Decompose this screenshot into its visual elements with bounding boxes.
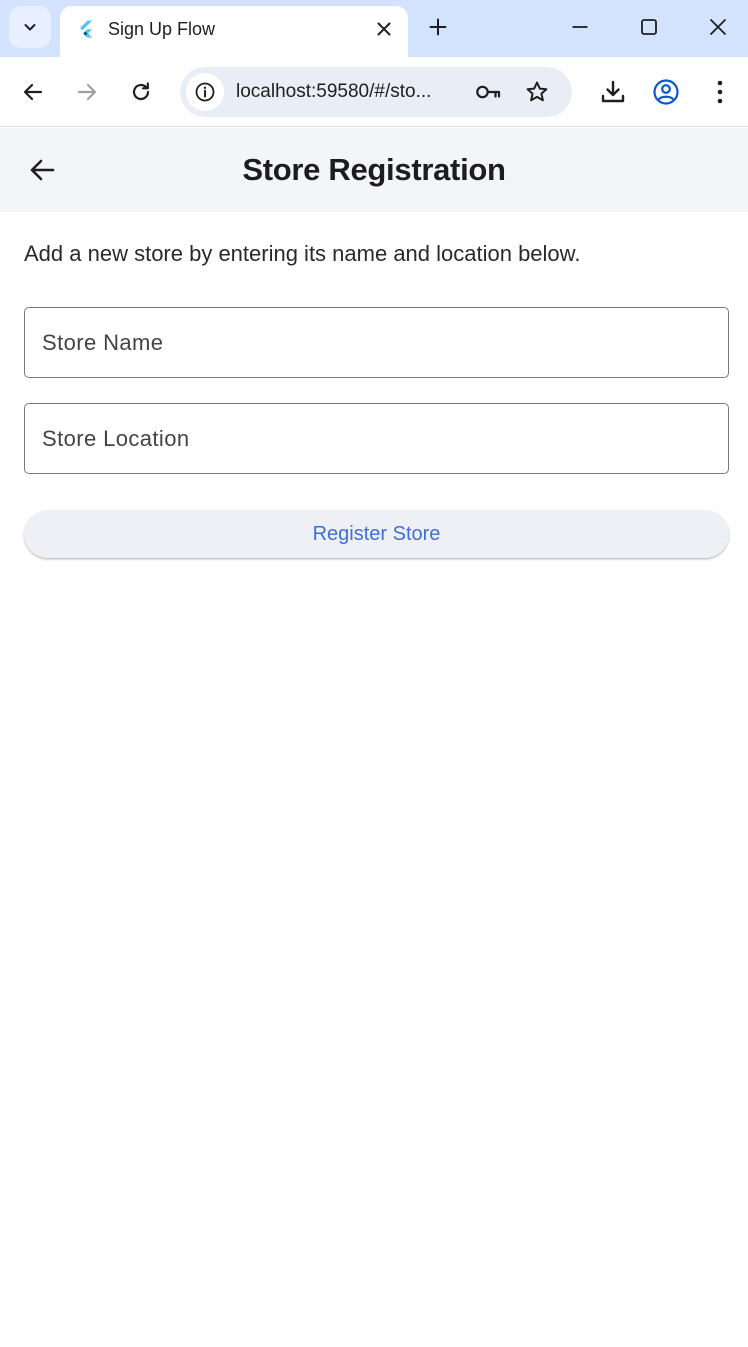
profile-icon [652,78,680,106]
intro-text: Add a new store by entering its name and… [24,241,581,266]
minimize-icon [571,18,589,36]
bookmark-button[interactable] [523,78,551,106]
plus-icon [429,18,447,36]
password-manager-button[interactable] [474,78,502,106]
arrow-right-icon [76,81,98,103]
download-icon [600,79,626,105]
browser-reload-button[interactable] [127,78,155,106]
browser-menu-button[interactable] [706,78,734,106]
tab-search-button[interactable] [9,6,51,48]
register-store-button[interactable]: Register Store [24,510,729,558]
site-info-button[interactable] [186,73,224,111]
active-tab[interactable]: Sign Up Flow [60,6,408,57]
page-title: Store Registration [242,152,506,187]
store-name-field[interactable] [24,307,729,378]
window-maximize-button[interactable] [634,12,664,42]
browser-forward-button[interactable] [73,78,101,106]
app-bar: Store Registration [0,128,748,212]
downloads-button[interactable] [599,78,627,106]
store-name-input[interactable] [25,308,728,377]
more-vertical-icon [716,79,724,105]
reload-icon [130,81,152,103]
store-location-field[interactable] [24,403,729,474]
tab-close-button[interactable] [372,17,396,41]
address-bar[interactable]: localhost:59580/#/sto... [180,67,572,117]
window-minimize-button[interactable] [565,12,595,42]
star-icon [525,80,549,104]
info-icon [194,81,216,103]
new-tab-button[interactable] [424,13,452,41]
flutter-logo-icon [76,19,96,39]
tab-title: Sign Up Flow [108,19,216,39]
chevron-down-icon [22,19,38,35]
arrow-left-icon [22,81,44,103]
tab-strip: Sign Up Flow [0,0,748,57]
maximize-icon [640,18,658,36]
close-icon [377,22,391,36]
browser-back-button[interactable] [19,78,47,106]
url-text[interactable]: localhost:59580/#/sto... [236,81,462,103]
window-close-button[interactable] [703,12,733,42]
close-icon [709,18,727,36]
key-icon [474,78,502,106]
browser-toolbar: localhost:59580/#/sto... [0,57,748,127]
profile-button[interactable] [652,78,680,106]
store-location-input[interactable] [25,404,728,473]
browser-window: Sign Up Flow localhost:59580/#/sto... St… [0,0,748,1347]
